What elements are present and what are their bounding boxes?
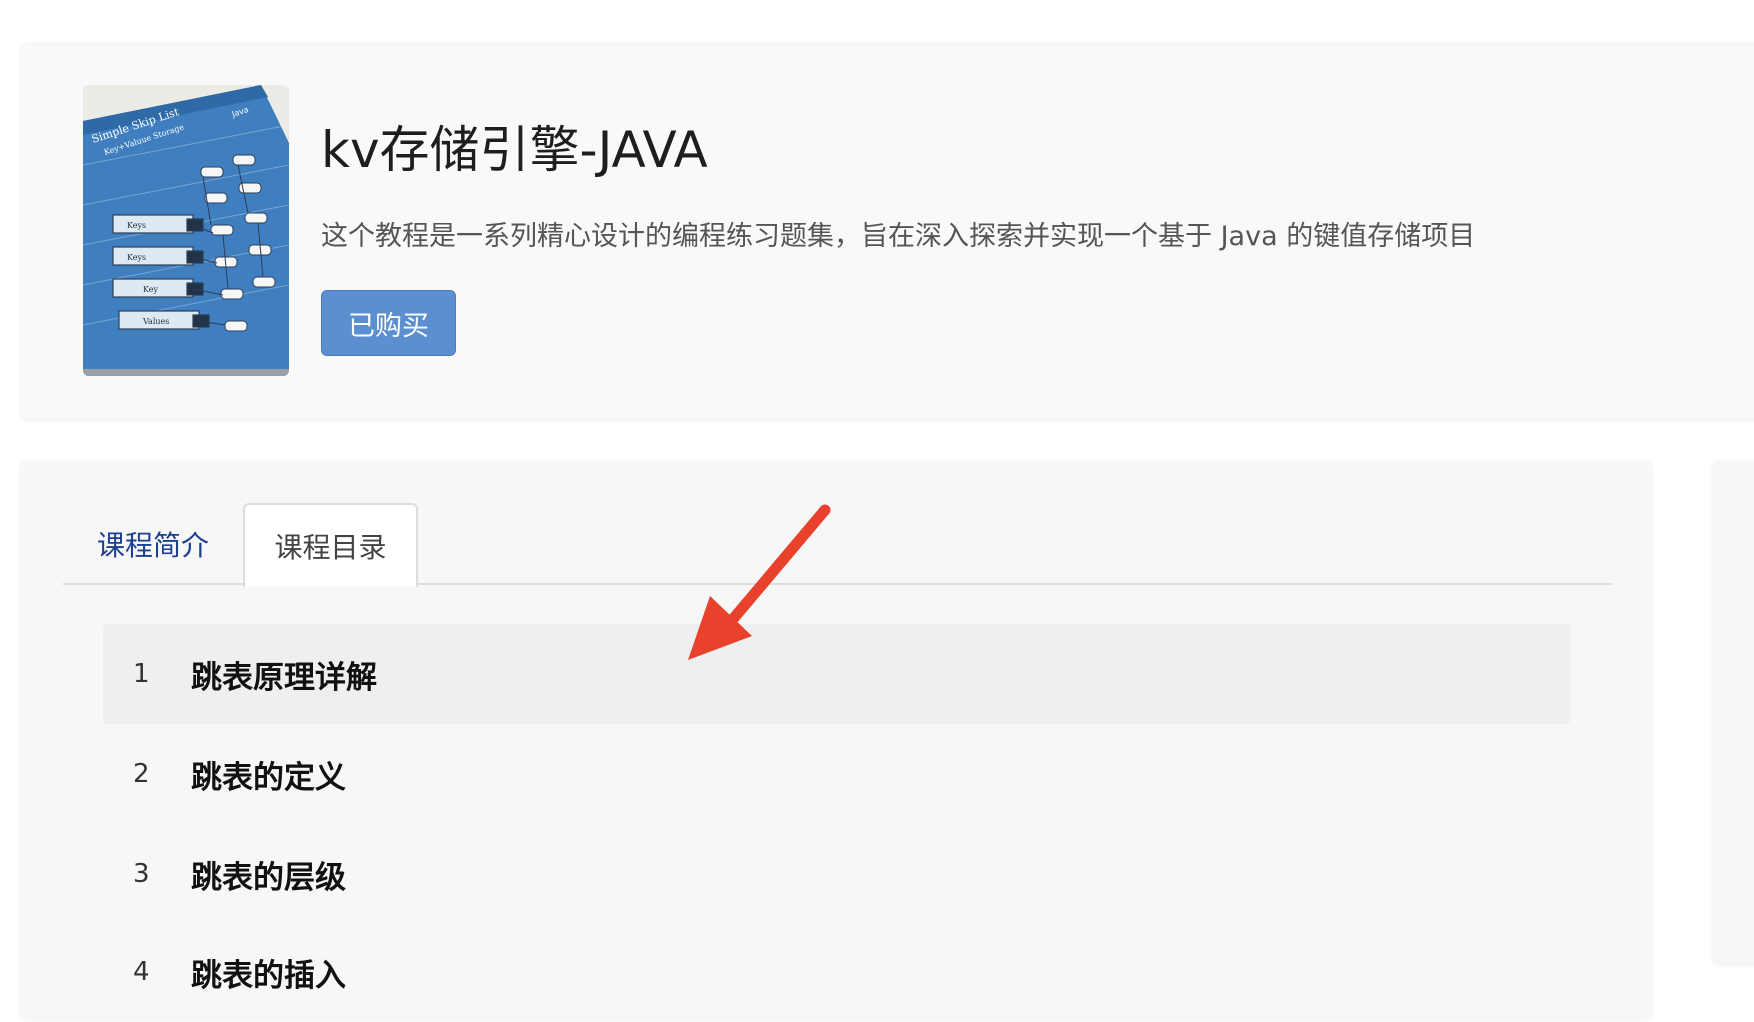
cover-row-label-2: Keys [127, 253, 146, 262]
lesson-item[interactable]: 3 跳表的层级 [103, 824, 1570, 924]
course-cover-image: Simple Skip List Key+Valuue Storage Java… [83, 85, 289, 376]
lesson-number: 2 [133, 759, 150, 789]
lesson-title: 跳表原理详解 [191, 659, 377, 696]
tab-course-intro[interactable]: 课程简介 [63, 503, 243, 585]
lesson-number: 1 [133, 659, 150, 689]
cover-row-label-1: Keys [127, 221, 146, 230]
course-content-card: 课程简介 课程目录 1 跳表原理详解 2 跳表的定义 3 跳表的层级 4 跳表的… [20, 460, 1652, 1020]
lesson-title: 跳表的层级 [191, 859, 346, 896]
lesson-title: 跳表的定义 [191, 759, 346, 796]
cover-row-label-3: Key [143, 285, 158, 294]
course-header-card: Simple Skip List Key+Valuue Storage Java… [20, 42, 1754, 420]
lesson-number: 3 [133, 859, 150, 889]
lesson-number: 4 [133, 957, 150, 987]
lesson-item[interactable]: 4 跳表的插入 [103, 922, 1570, 1022]
course-title: kv存储引擎-JAVA [321, 121, 708, 179]
lesson-title: 跳表的插入 [191, 957, 346, 994]
tab-course-catalog[interactable]: 课程目录 [243, 503, 418, 587]
side-panel [1712, 460, 1754, 965]
cover-row-label-4: Values [142, 317, 169, 326]
lesson-item[interactable]: 2 跳表的定义 [103, 724, 1570, 824]
course-description: 这个教程是一系列精心设计的编程练习题集，旨在深入探索并实现一个基于 Java 的… [321, 221, 1476, 252]
lesson-item[interactable]: 1 跳表原理详解 [103, 624, 1570, 724]
course-cover-illustration: Simple Skip List Key+Valuue Storage Java… [83, 85, 289, 376]
purchased-button[interactable]: 已购买 [321, 290, 456, 356]
